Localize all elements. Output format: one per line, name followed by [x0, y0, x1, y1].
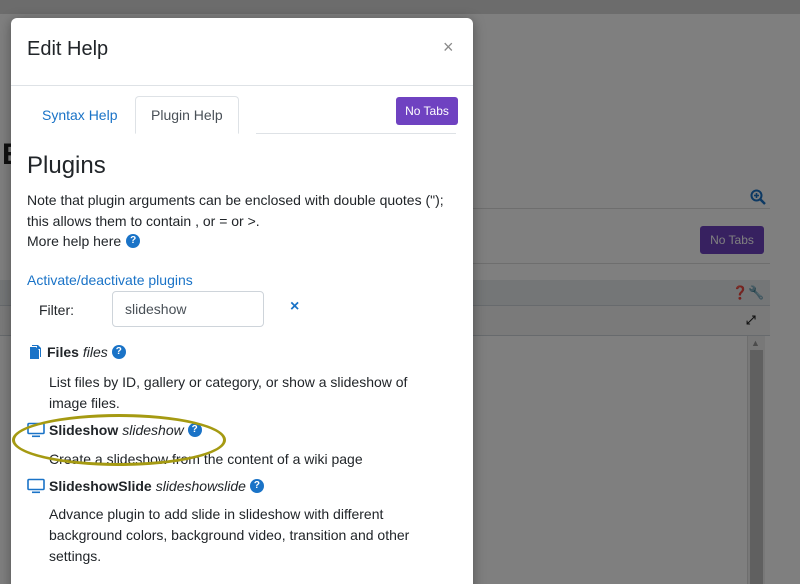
plugin-description: Create a slideshow from the content of a…: [49, 451, 363, 467]
plugin-name: Slideshow: [49, 422, 119, 438]
plugin-slideshowslide-header: SlideshowSlide slideshowslide ?: [27, 478, 264, 494]
close-button[interactable]: ×: [443, 37, 454, 58]
question-circle-icon[interactable]: ?: [111, 345, 126, 359]
plugin-name: SlideshowSlide: [49, 478, 152, 494]
plugin-description: Advance plugin to add slide in slideshow…: [49, 506, 410, 564]
monitor-icon: [27, 422, 45, 438]
clear-filter-icon[interactable]: ×: [290, 298, 299, 316]
more-help-row: More help here ?: [27, 233, 141, 249]
modal-header: Edit Help ×: [11, 18, 473, 86]
modal-title: Edit Help: [27, 38, 109, 60]
question-circle-icon[interactable]: ?: [126, 234, 141, 248]
tab-plugin-help[interactable]: Plugin Help: [135, 96, 239, 134]
plugin-code: files: [82, 344, 108, 360]
plugin-description: List files by ID, gallery or category, o…: [49, 374, 408, 411]
question-circle-icon[interactable]: ?: [249, 479, 264, 493]
plugin-slideshow-header: Slideshow slideshow ?: [27, 422, 202, 438]
no-tabs-button[interactable]: No Tabs: [396, 97, 458, 125]
tab-divider: [256, 133, 456, 134]
plugin-code: slideshowslide: [155, 478, 246, 494]
plugin-arguments-note: Note that plugin arguments can be enclos…: [27, 192, 444, 229]
backdrop-edge: [0, 0, 800, 14]
filter-label: Filter:: [39, 302, 74, 318]
question-circle-icon[interactable]: ?: [187, 423, 202, 437]
activate-plugins-link[interactable]: Activate/deactivate plugins: [27, 272, 193, 288]
plugin-code: slideshow: [122, 422, 184, 438]
more-help-text: More help here: [27, 233, 122, 249]
tab-syntax-help[interactable]: Syntax Help: [27, 96, 132, 134]
section-title: Plugins: [27, 152, 106, 179]
monitor-icon: [27, 478, 45, 494]
file-icon: [30, 345, 41, 359]
plugin-files-header: Files files ?: [27, 344, 126, 360]
plugin-name: Files: [47, 344, 79, 360]
edit-help-modal: Edit Help × Syntax Help Plugin Help No T…: [11, 18, 473, 584]
filter-input[interactable]: [112, 291, 264, 327]
